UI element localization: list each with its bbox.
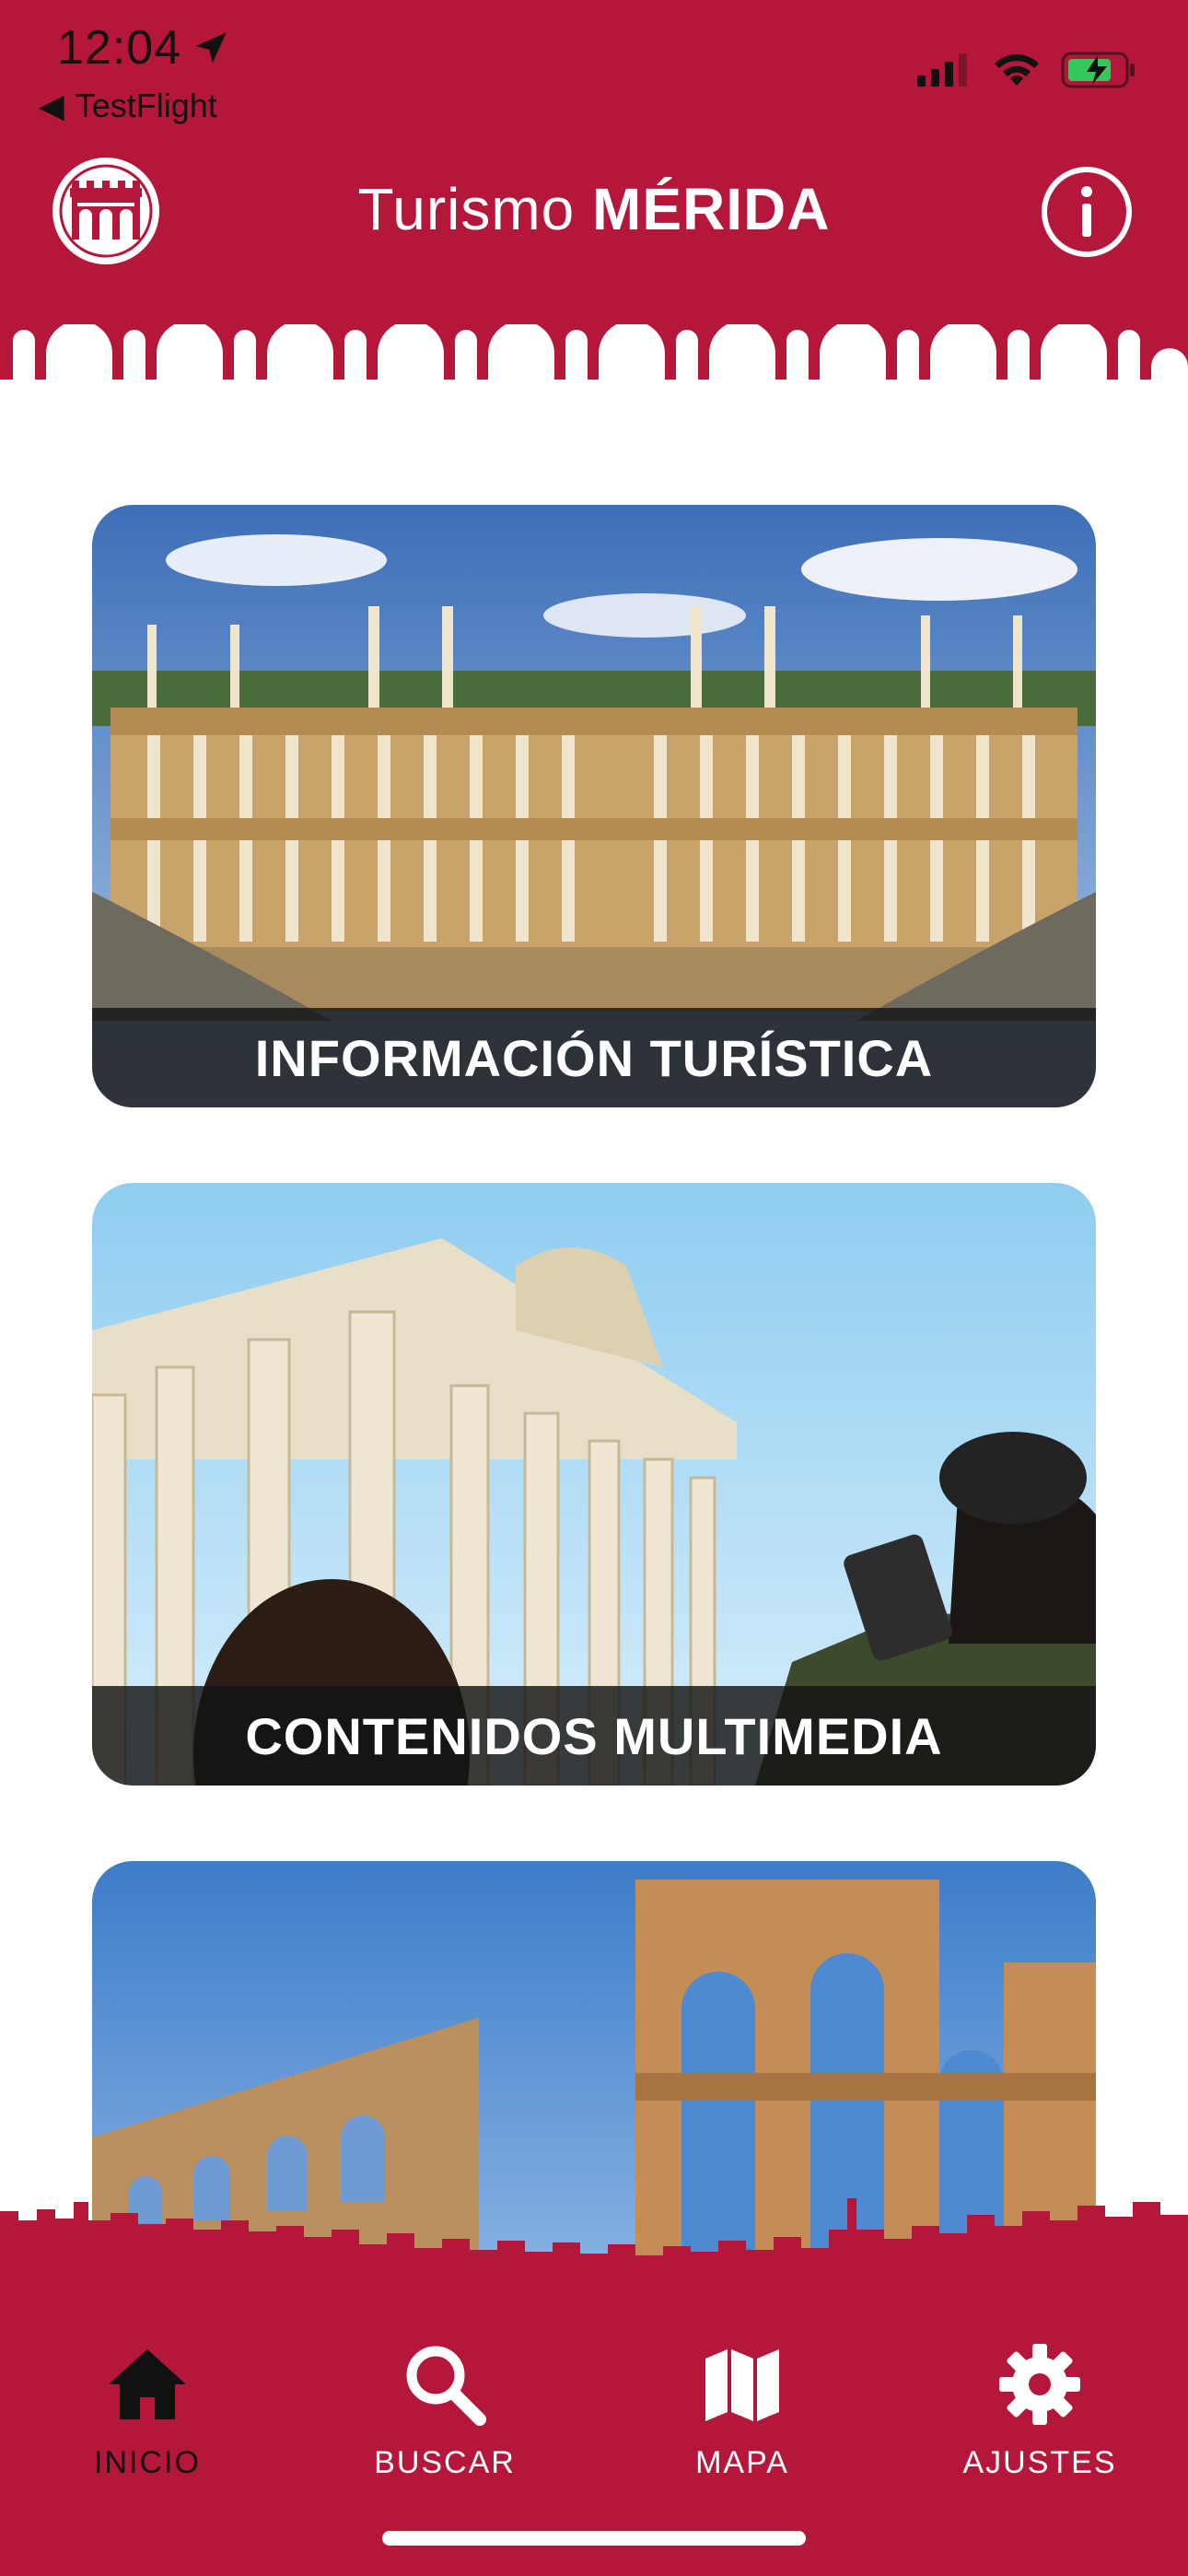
- app-title-regular: Turismo: [357, 176, 576, 242]
- card-label: INFORMACIÓN TURÍSTICA: [92, 1008, 1096, 1107]
- back-to-app-link[interactable]: ◀ TestFlight: [39, 87, 217, 125]
- back-triangle-icon: ◀: [39, 87, 64, 124]
- tab-label: INICIO: [94, 2445, 201, 2480]
- gear-icon: [999, 2344, 1080, 2425]
- status-time: 12:04: [57, 20, 231, 76]
- search-icon: [406, 2346, 486, 2426]
- card-label: CONTENIDOS MULTIMEDIA: [92, 1686, 1096, 1786]
- app-title: Turismo MÉRIDA: [0, 175, 1188, 243]
- tab-mapa[interactable]: MAPA: [623, 2340, 862, 2497]
- tab-label: MAPA: [695, 2445, 789, 2480]
- location-arrow-icon: [195, 32, 227, 64]
- battery-charging-icon: [1061, 52, 1135, 88]
- card-multimedia-contents[interactable]: CONTENIDOS MULTIMEDIA: [92, 1183, 1096, 1786]
- map-icon: [705, 2349, 779, 2421]
- tab-ajustes[interactable]: AJUSTES: [920, 2340, 1159, 2497]
- home-icon: [109, 2349, 186, 2419]
- header-battlement: [0, 313, 1188, 380]
- wifi-icon: [995, 54, 1039, 86]
- tab-inicio[interactable]: INICIO: [28, 2340, 267, 2497]
- app-title-bold: MÉRIDA: [592, 176, 831, 242]
- back-app-label: TestFlight: [75, 87, 217, 124]
- home-indicator: [382, 2531, 806, 2546]
- status-time-text: 12:04: [57, 21, 182, 75]
- tab-label: BUSCAR: [374, 2445, 516, 2480]
- app-header: 12:04 ◀ TestFlight Turismo MÉRIDA: [0, 0, 1188, 324]
- card-tourist-information[interactable]: INFORMACIÓN TURÍSTICA: [92, 505, 1096, 1107]
- info-icon[interactable]: [1039, 164, 1135, 260]
- tab-buscar[interactable]: BUSCAR: [325, 2340, 565, 2497]
- skyline-silhouette: [0, 2198, 1188, 2276]
- tab-label: AJUSTES: [962, 2445, 1117, 2480]
- cellular-signal-icon: [917, 53, 967, 87]
- bottom-tab-bar: INICIO BUSCAR MAPA AJUSTES: [0, 2266, 1188, 2576]
- status-indicators: [917, 52, 1136, 88]
